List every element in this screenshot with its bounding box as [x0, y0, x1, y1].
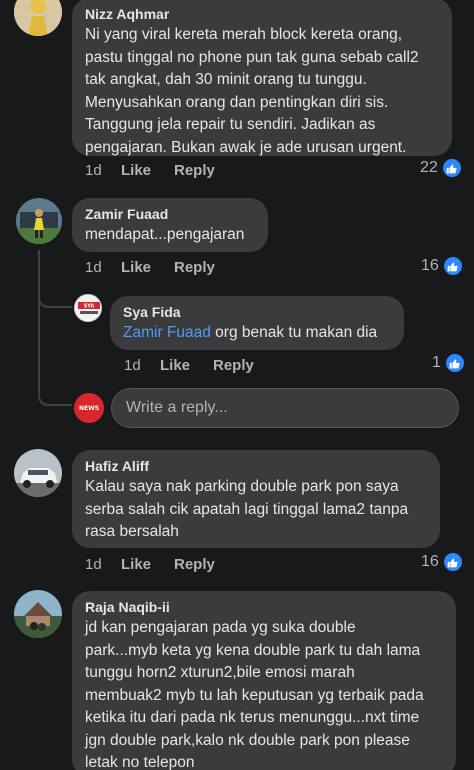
user-photo-icon: [16, 198, 62, 244]
comment-text: Zamir Fuaad org benak tu makan dia: [123, 324, 378, 341]
avatar[interactable]: [14, 449, 62, 497]
thumbs-up-icon: [444, 353, 465, 373]
timestamp[interactable]: 1d: [85, 162, 121, 179]
comment-bubble: Hafiz Aliff Kalau saya nak parking doubl…: [72, 450, 440, 548]
comment-text: mendapat...pengajaran: [85, 226, 245, 243]
thumbs-up-icon: [442, 256, 463, 276]
commenter-name[interactable]: Sya Fida: [123, 303, 392, 321]
comment-actions: 1d Like Reply: [85, 162, 215, 179]
reaction-count[interactable]: 16: [421, 552, 463, 572]
commenter-name[interactable]: Nizz Aqhmar: [85, 5, 440, 23]
thumbs-up-icon: [441, 158, 462, 178]
reply-button[interactable]: Reply: [174, 162, 215, 179]
comment-actions: 1d Like Reply: [85, 556, 215, 573]
comment-actions: 1d Like Reply: [124, 357, 254, 374]
user-photo-icon: [14, 449, 62, 497]
reaction-count[interactable]: 22: [420, 158, 462, 178]
user-photo-icon: [14, 590, 62, 638]
comment-text: Ni yang viral kereta merah block kereta …: [85, 26, 419, 156]
avatar[interactable]: [14, 0, 62, 36]
user-photo-icon: [14, 0, 62, 36]
avatar[interactable]: [14, 590, 62, 638]
like-button[interactable]: Like: [160, 357, 213, 374]
svg-text:NEWS: NEWS: [79, 405, 99, 412]
reaction-count[interactable]: 1: [432, 353, 465, 373]
like-button[interactable]: Like: [121, 556, 174, 573]
timestamp[interactable]: 1d: [85, 556, 121, 573]
avatar[interactable]: SYA: [74, 294, 102, 322]
avatar[interactable]: [16, 198, 62, 244]
reply-button[interactable]: Reply: [174, 259, 215, 276]
thread-connector: [38, 300, 72, 406]
comment-text: Kalau saya nak parking double park pon s…: [85, 478, 409, 540]
reply-button[interactable]: Reply: [213, 357, 254, 374]
user-photo-icon: SYA: [75, 295, 101, 321]
comment-bubble: Nizz Aqhmar Ni yang viral kereta merah b…: [72, 0, 452, 156]
mention-link[interactable]: Zamir Fuaad: [123, 324, 211, 341]
reaction-count[interactable]: 16: [421, 256, 463, 276]
reply-button[interactable]: Reply: [174, 556, 215, 573]
current-user-avatar: NEWS: [74, 393, 104, 423]
reply-input[interactable]: Write a reply...: [111, 388, 459, 428]
comment-actions: 1d Like Reply: [85, 259, 215, 276]
comment-text: jd kan pengajaran pada yg suka double pa…: [85, 619, 424, 770]
timestamp[interactable]: 1d: [124, 357, 160, 374]
commenter-name[interactable]: Hafiz Aliff: [85, 457, 428, 475]
svg-text:SYA: SYA: [84, 304, 95, 310]
like-button[interactable]: Like: [121, 162, 174, 179]
commenter-name[interactable]: Zamir Fuaad: [85, 205, 256, 223]
comment-bubble: Raja Naqib-ii jd kan pengajaran pada yg …: [72, 591, 456, 770]
thumbs-up-icon: [442, 552, 463, 572]
timestamp[interactable]: 1d: [85, 259, 121, 276]
user-photo-icon: NEWS: [74, 393, 104, 423]
reply-bubble: Sya Fida Zamir Fuaad org benak tu makan …: [110, 296, 404, 350]
like-button[interactable]: Like: [121, 259, 174, 276]
commenter-name[interactable]: Raja Naqib-ii: [85, 598, 444, 616]
comment-bubble: Zamir Fuaad mendapat...pengajaran: [72, 198, 268, 252]
